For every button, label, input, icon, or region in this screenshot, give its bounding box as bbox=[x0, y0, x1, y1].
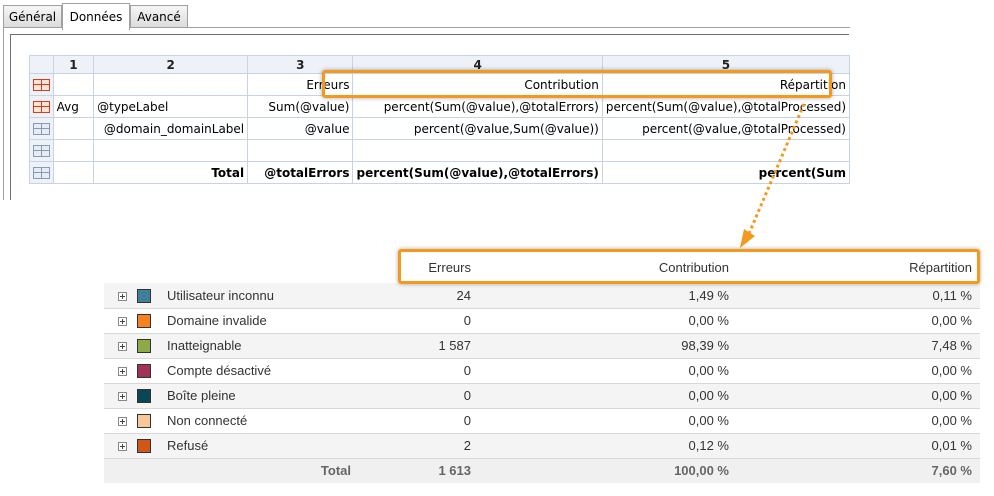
expand-plus-icon[interactable] bbox=[118, 291, 127, 301]
result-row-erreurs: 1 587 bbox=[359, 333, 479, 359]
result-header-cell bbox=[159, 251, 359, 283]
result-row-label: Inatteignable bbox=[159, 333, 359, 359]
result-expand-cell[interactable] bbox=[104, 433, 159, 459]
result-row-contribution: 0,12 % bbox=[479, 433, 737, 459]
category-color-swatch bbox=[137, 339, 151, 354]
result-row-contribution: 0,00 % bbox=[479, 383, 737, 409]
expand-plus-icon[interactable] bbox=[118, 366, 127, 376]
connector-dotted-line bbox=[746, 103, 806, 237]
result-row-repartition: 0,00 % bbox=[737, 408, 980, 434]
result-total-erreurs: 1 613 bbox=[359, 458, 479, 483]
result-row: Utilisateur inconnu 24 1,49 % 0,11 % bbox=[104, 283, 980, 309]
result-total-row: Total 1 613 100,00 % 7,60 % bbox=[104, 458, 980, 483]
result-row-erreurs: 0 bbox=[359, 408, 479, 434]
result-expand-cell[interactable] bbox=[104, 408, 159, 434]
result-header-cell bbox=[104, 251, 159, 283]
result-row-erreurs: 0 bbox=[359, 383, 479, 409]
result-expand-cell[interactable] bbox=[104, 358, 159, 384]
result-row-repartition: 0,11 % bbox=[737, 283, 980, 309]
result-row: Inatteignable 1 587 98,39 % 7,48 % bbox=[104, 333, 980, 359]
report-preview: Erreurs Contribution Répartition Utilisa… bbox=[104, 251, 980, 483]
result-row: Domaine invalide 0 0,00 % 0,00 % bbox=[104, 308, 980, 334]
result-row-repartition: 0,00 % bbox=[737, 383, 980, 409]
category-color-swatch bbox=[137, 439, 151, 454]
result-row-erreurs: 0 bbox=[359, 358, 479, 384]
result-header-highlight bbox=[398, 249, 980, 284]
expand-plus-icon[interactable] bbox=[118, 416, 127, 426]
result-row-contribution: 0,00 % bbox=[479, 308, 737, 334]
result-row-erreurs: 0 bbox=[359, 308, 479, 334]
category-color-swatch bbox=[137, 414, 151, 429]
result-row-label: Refusé bbox=[159, 433, 359, 459]
result-expand-cell[interactable] bbox=[104, 333, 159, 359]
result-row-erreurs: 24 bbox=[359, 283, 479, 309]
expand-plus-icon[interactable] bbox=[118, 316, 127, 326]
result-row-contribution: 98,39 % bbox=[479, 333, 737, 359]
tab-donnees[interactable]: Données bbox=[62, 3, 130, 30]
result-row-contribution: 0,00 % bbox=[479, 408, 737, 434]
result-row-repartition: 7,48 % bbox=[737, 333, 980, 359]
result-row: Compte désactivé 0 0,00 % 0,00 % bbox=[104, 358, 980, 384]
result-row-label: Boîte pleine bbox=[159, 383, 359, 409]
result-row: Non connecté 0 0,00 % 0,00 % bbox=[104, 408, 980, 434]
result-row: Boîte pleine 0 0,00 % 0,00 % bbox=[104, 383, 980, 409]
result-row-repartition: 0,00 % bbox=[737, 308, 980, 334]
result-row-erreurs: 2 bbox=[359, 433, 479, 459]
result-total-label: Total bbox=[159, 458, 359, 483]
result-row-repartition: 0,00 % bbox=[737, 358, 980, 384]
expand-plus-icon[interactable] bbox=[118, 341, 127, 351]
result-expand-cell[interactable] bbox=[104, 383, 159, 409]
result-row-contribution: 1,49 % bbox=[479, 283, 737, 309]
expand-plus-icon[interactable] bbox=[118, 441, 127, 451]
result-row-repartition: 0,01 % bbox=[737, 433, 980, 459]
result-expand-cell[interactable] bbox=[104, 308, 159, 334]
category-color-swatch bbox=[137, 289, 151, 304]
arrow-head-icon bbox=[740, 229, 755, 248]
result-total-repartition: 7,60 % bbox=[737, 458, 980, 483]
result-total-contribution: 100,00 % bbox=[479, 458, 737, 483]
result-row-label: Compte désactivé bbox=[159, 358, 359, 384]
result-row-contribution: 0,00 % bbox=[479, 358, 737, 384]
result-table: Erreurs Contribution Répartition Utilisa… bbox=[104, 251, 980, 483]
expand-plus-icon[interactable] bbox=[118, 391, 127, 401]
result-row: Refusé 2 0,12 % 0,01 % bbox=[104, 433, 980, 459]
category-color-swatch bbox=[137, 314, 151, 329]
category-color-swatch bbox=[137, 364, 151, 379]
result-expand-cell[interactable] bbox=[104, 283, 159, 309]
result-row-label: Domaine invalide bbox=[159, 308, 359, 334]
result-row-label: Utilisateur inconnu bbox=[159, 283, 359, 309]
result-total-spacer bbox=[104, 458, 159, 483]
category-color-swatch bbox=[137, 389, 151, 404]
result-row-label: Non connecté bbox=[159, 408, 359, 434]
